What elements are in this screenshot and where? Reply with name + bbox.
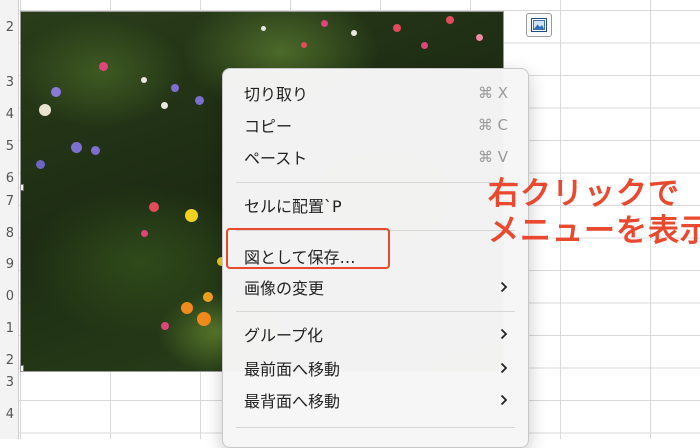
flower bbox=[141, 230, 148, 237]
menu-item-label: 切り取り bbox=[244, 85, 309, 104]
chevron-right-icon bbox=[500, 328, 508, 340]
flower bbox=[351, 30, 357, 36]
menu-item-send-to-back[interactable]: 最背面へ移動 bbox=[223, 385, 528, 415]
menu-item-change-picture[interactable]: 画像の変更 bbox=[223, 272, 528, 302]
flower bbox=[71, 142, 82, 153]
flower bbox=[185, 209, 198, 222]
shortcut-label: ⌘ V bbox=[477, 148, 508, 166]
row-number[interactable]: 8 bbox=[0, 227, 14, 241]
annotation-line-2: メニューを表示 bbox=[488, 213, 700, 249]
menu-item-label: セルに配置`P bbox=[244, 197, 342, 216]
menu-item-label: 画像の変更 bbox=[244, 279, 325, 298]
row-number[interactable]: 7 bbox=[0, 195, 14, 209]
row-number[interactable]: 2 bbox=[0, 354, 14, 368]
row-number[interactable]: 6 bbox=[0, 172, 14, 186]
flower bbox=[39, 104, 51, 116]
menu-separator bbox=[236, 182, 515, 183]
flower bbox=[36, 160, 45, 169]
annotation-line-1: 右クリックで bbox=[488, 176, 680, 212]
shortcut-label: ⌘ X bbox=[477, 84, 508, 102]
flower bbox=[171, 84, 179, 92]
chevron-right-icon bbox=[500, 394, 508, 406]
menu-item-label: コピー bbox=[244, 117, 293, 136]
row-number[interactable]: 9 bbox=[0, 258, 14, 272]
menu-item-bring-to-front[interactable]: 最前面へ移動 bbox=[223, 353, 528, 383]
flower bbox=[203, 292, 213, 302]
flower bbox=[476, 34, 483, 41]
chevron-right-icon bbox=[500, 362, 508, 374]
flower bbox=[261, 26, 266, 31]
resize-handle[interactable] bbox=[21, 365, 24, 371]
row-number[interactable]: 4 bbox=[0, 108, 14, 122]
picture-icon[interactable] bbox=[526, 13, 552, 37]
row-number[interactable]: 3 bbox=[0, 76, 14, 90]
chevron-right-icon bbox=[500, 281, 508, 293]
resize-handle[interactable] bbox=[21, 184, 24, 191]
menu-item-group[interactable]: グループ化 bbox=[223, 319, 528, 349]
flower bbox=[181, 302, 193, 314]
flower bbox=[161, 322, 169, 330]
flower bbox=[141, 77, 147, 83]
flower bbox=[51, 87, 61, 97]
menu-item-label: ペースト bbox=[244, 149, 308, 168]
row-number[interactable]: 0 bbox=[0, 290, 14, 304]
row-number[interactable]: 5 bbox=[0, 140, 14, 154]
menu-item-place-in-cell[interactable]: セルに配置`P bbox=[223, 190, 528, 220]
menu-item-label: 最前面へ移動 bbox=[244, 360, 341, 379]
flower bbox=[99, 62, 108, 71]
menu-item-label: グループ化 bbox=[244, 326, 324, 345]
menu-item-label: 最背面へ移動 bbox=[244, 392, 341, 411]
menu-item-paste[interactable]: ペースト ⌘ V bbox=[223, 142, 528, 172]
row-header-column: 2 3 4 5 6 7 8 9 0 1 2 3 4 bbox=[0, 0, 19, 439]
flower bbox=[446, 16, 454, 24]
shortcut-label: ⌘ C bbox=[477, 116, 508, 134]
flower bbox=[91, 146, 100, 155]
flower bbox=[321, 20, 328, 27]
flower bbox=[197, 312, 211, 326]
row-number[interactable]: 1 bbox=[0, 322, 14, 336]
row-number[interactable]: 2 bbox=[0, 21, 14, 35]
menu-item-cut[interactable]: 切り取り ⌘ X bbox=[223, 78, 528, 108]
flower bbox=[161, 102, 168, 109]
flower bbox=[149, 202, 159, 212]
row-number[interactable]: 3 bbox=[0, 376, 14, 390]
flower bbox=[421, 42, 428, 49]
flower bbox=[393, 24, 401, 32]
flower bbox=[301, 42, 307, 48]
menu-item-copy[interactable]: コピー ⌘ C bbox=[223, 110, 528, 140]
flower bbox=[195, 96, 204, 105]
highlight-box bbox=[226, 228, 390, 269]
row-number[interactable]: 4 bbox=[0, 408, 14, 422]
menu-separator bbox=[236, 311, 515, 312]
menu-separator bbox=[236, 427, 515, 428]
